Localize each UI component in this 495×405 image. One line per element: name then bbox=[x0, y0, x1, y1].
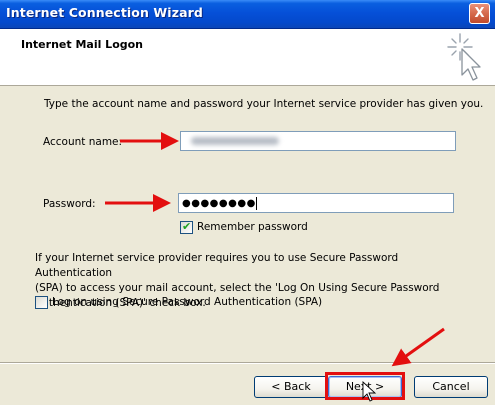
password-label: Password: bbox=[43, 198, 96, 210]
text-caret bbox=[255, 196, 257, 210]
highlight-box-next bbox=[325, 372, 405, 400]
remember-password-label: Remember password bbox=[197, 221, 308, 233]
spa-checkbox-label: Log on using Secure Password Authenticat… bbox=[52, 296, 323, 308]
instructions-text: Type the account name and password your … bbox=[44, 98, 484, 110]
close-button[interactable]: X bbox=[469, 3, 490, 24]
spa-checkbox[interactable] bbox=[35, 296, 48, 309]
wizard-sparkle-cursor-icon bbox=[447, 33, 481, 81]
account-name-label: Account name: bbox=[43, 136, 123, 148]
password-value: ●●●●●●●● bbox=[182, 198, 256, 209]
arrow-to-next bbox=[391, 327, 445, 367]
cancel-button[interactable]: Cancel bbox=[414, 376, 488, 398]
footer-separator bbox=[0, 362, 495, 364]
checkmark-icon: ✔ bbox=[182, 220, 192, 233]
account-name-field[interactable] bbox=[180, 131, 456, 151]
page-title: Internet Mail Logon bbox=[21, 38, 144, 51]
wizard-header: Internet Mail Logon bbox=[0, 29, 495, 86]
title-bar[interactable]: Internet Connection Wizard X bbox=[0, 0, 495, 29]
blurred-account-value bbox=[191, 137, 279, 145]
window-title: Internet Connection Wizard bbox=[6, 5, 203, 20]
remember-password-checkbox[interactable]: ✔ bbox=[180, 220, 193, 234]
password-field[interactable]: ●●●●●●●● bbox=[178, 193, 454, 213]
close-icon: X bbox=[474, 6, 485, 21]
back-button[interactable]: < Back bbox=[254, 376, 328, 398]
